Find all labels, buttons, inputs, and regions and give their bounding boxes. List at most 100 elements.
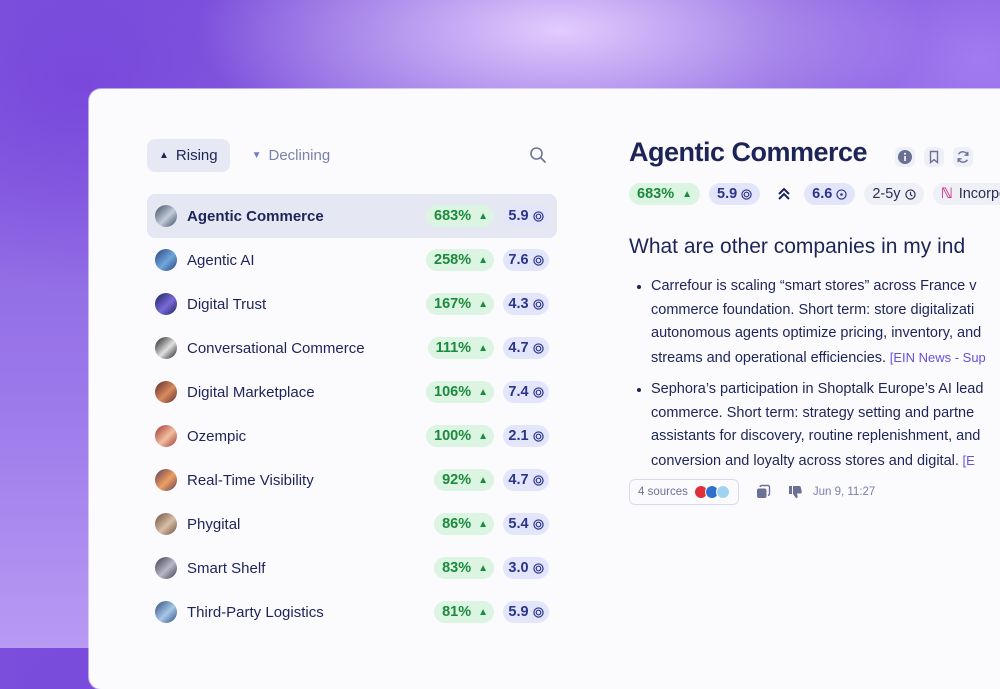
score-badge: 5.9 bbox=[709, 183, 761, 205]
target-icon bbox=[532, 518, 544, 530]
trend-row[interactable]: Ozempic 100% ▲ 2.1 bbox=[147, 414, 557, 458]
trend-avatar bbox=[155, 557, 177, 579]
search-icon[interactable] bbox=[529, 146, 549, 166]
growth-badge: 100% ▲ bbox=[426, 425, 494, 447]
growth-value: 83% bbox=[442, 560, 472, 576]
trend-row[interactable]: Digital Trust 167% ▲ 4.3 bbox=[147, 282, 557, 326]
answer-bullet: Carrefour is scaling “smart stores” acro… bbox=[635, 275, 1000, 370]
answer-line: Sephora’s participation in Shoptalk Euro… bbox=[651, 378, 1000, 402]
double-chevron-up-icon bbox=[778, 187, 790, 200]
trend-title: Agentic Commerce bbox=[629, 137, 868, 167]
trend-name: Smart Shelf bbox=[187, 559, 266, 577]
growth-value: 167% bbox=[434, 296, 472, 312]
triangle-down-icon: ▼ bbox=[251, 150, 262, 161]
trend-row[interactable]: Phygital 86% ▲ 5.4 bbox=[147, 502, 557, 546]
trend-name: Agentic AI bbox=[187, 251, 255, 269]
growth-value: 92% bbox=[442, 472, 472, 488]
trend-avatar bbox=[155, 425, 177, 447]
speed-badge: 6.6 bbox=[804, 183, 856, 205]
score-value: 5.9 bbox=[508, 208, 529, 224]
citation-link[interactable]: [EIN News - Sup bbox=[886, 350, 986, 365]
horizon-value: 2-5y bbox=[872, 186, 901, 202]
trend-row[interactable]: Digital Marketplace 106% ▲ 7.4 bbox=[147, 370, 557, 414]
tab-rising[interactable]: ▲ Rising bbox=[147, 139, 230, 172]
sources-button[interactable]: 4 sources bbox=[629, 479, 739, 505]
target-icon bbox=[532, 562, 544, 574]
bookmark-icon[interactable] bbox=[924, 147, 944, 167]
score-badge: 5.9 bbox=[503, 601, 549, 623]
growth-badge: 81% ▲ bbox=[434, 601, 494, 623]
growth-value: 111% bbox=[435, 340, 472, 356]
info-icon[interactable] bbox=[895, 147, 915, 167]
trend-avatar bbox=[155, 513, 177, 535]
target-icon bbox=[532, 386, 544, 398]
momentum-badge bbox=[769, 183, 795, 205]
score-value: 4.7 bbox=[508, 340, 529, 356]
answer-text: assistants for discovery, routine replen… bbox=[651, 428, 981, 444]
question-heading: What are other companies in my ind bbox=[629, 235, 966, 258]
trend-name: Digital Marketplace bbox=[187, 383, 315, 401]
growth-value: 106% bbox=[434, 384, 472, 400]
trend-row[interactable]: Agentic Commerce 683% ▲ 5.9 bbox=[147, 194, 557, 238]
growth-value: 258% bbox=[434, 252, 472, 268]
trend-row[interactable]: Conversational Commerce 111% ▲ 4.7 bbox=[147, 326, 557, 370]
triangle-up-icon: ▲ bbox=[478, 474, 488, 486]
growth-badge: 92% ▲ bbox=[434, 469, 494, 491]
answer-footer: 4 sources Jun 9, 11:27 bbox=[629, 479, 875, 505]
growth-value: 683% bbox=[434, 208, 472, 224]
growth-badge: 258% ▲ bbox=[426, 249, 494, 271]
trend-name: Ozempic bbox=[187, 427, 247, 445]
tab-declining[interactable]: ▼ Declining bbox=[240, 139, 343, 172]
score-badge: 7.6 bbox=[503, 249, 549, 271]
target-icon bbox=[532, 254, 544, 266]
source-logos bbox=[693, 485, 730, 499]
trend-direction-tabs: ▲ Rising ▼ Declining bbox=[147, 139, 352, 172]
trend-row[interactable]: Third-Party Logistics 81% ▲ 5.9 bbox=[147, 590, 557, 634]
trend-name: Real-Time Visibility bbox=[187, 471, 314, 489]
trend-avatar bbox=[155, 601, 177, 623]
trend-name: Third-Party Logistics bbox=[187, 603, 324, 621]
growth-badge: 106% ▲ bbox=[426, 381, 494, 403]
answer-text: streams and operational efficiencies. bbox=[651, 349, 887, 366]
triangle-up-icon: ▲ bbox=[478, 562, 488, 574]
copy-icon[interactable] bbox=[755, 484, 771, 500]
stage-badge: ℕ Incorpora bbox=[932, 183, 1000, 205]
answer-line: assistants for discovery, routine replen… bbox=[651, 425, 1000, 449]
answer-line: autonomous agents optimize pricing, inve… bbox=[651, 322, 1000, 346]
score-badge: 5.9 bbox=[503, 205, 549, 227]
answer-line: commerce foundation. Short term: store d… bbox=[651, 299, 1000, 323]
target-icon bbox=[532, 606, 544, 618]
score-value: 7.6 bbox=[508, 252, 529, 268]
trend-row[interactable]: Agentic AI 258% ▲ 7.6 bbox=[147, 238, 557, 282]
answer-line: Carrefour is scaling “smart stores” acro… bbox=[651, 275, 1000, 299]
score-value: 5.9 bbox=[508, 604, 529, 620]
answer-text: Carrefour is scaling “smart stores” acro… bbox=[651, 278, 977, 294]
score-value: 4.3 bbox=[508, 296, 529, 312]
trend-metrics: 683% ▲ 5.9 6.6 2-5y ℕ Incorpora bbox=[629, 183, 1000, 205]
trends-panel: ▲ Rising ▼ Declining Agentic Commerce 683… bbox=[89, 89, 1000, 689]
gauge-icon bbox=[836, 188, 848, 200]
score-value: 3.0 bbox=[508, 560, 529, 576]
answer-bullet: Sephora’s participation in Shoptalk Euro… bbox=[635, 378, 1000, 473]
trend-name: Digital Trust bbox=[187, 295, 267, 313]
triangle-up-icon: ▲ bbox=[478, 210, 488, 222]
trend-row[interactable]: Smart Shelf 83% ▲ 3.0 bbox=[147, 546, 557, 590]
thumbs-down-icon[interactable] bbox=[787, 484, 803, 500]
trend-avatar bbox=[155, 249, 177, 271]
citation-link[interactable]: [E bbox=[959, 453, 975, 468]
target-icon bbox=[532, 474, 544, 486]
trend-row[interactable]: Real-Time Visibility 92% ▲ 4.7 bbox=[147, 458, 557, 502]
answer-line: streams and operational efficiencies. [E… bbox=[651, 346, 1000, 371]
triangle-up-icon: ▲ bbox=[478, 298, 488, 310]
stage-icon: ℕ bbox=[940, 186, 953, 202]
trend-name: Agentic Commerce bbox=[187, 207, 324, 225]
target-icon bbox=[532, 210, 544, 222]
growth-badge: 83% ▲ bbox=[434, 557, 494, 579]
triangle-up-icon: ▲ bbox=[478, 254, 488, 266]
trend-list: Agentic Commerce 683% ▲ 5.9 Agentic AI 258% ▲ 7… bbox=[147, 194, 557, 634]
triangle-up-icon: ▲ bbox=[478, 606, 488, 618]
answer-text: commerce. Short term: strategy setting a… bbox=[651, 404, 975, 421]
refresh-icon[interactable] bbox=[953, 147, 973, 167]
answer-text: Sephora’s participation in Shoptalk Euro… bbox=[651, 381, 984, 397]
growth-value: 86% bbox=[442, 516, 472, 532]
